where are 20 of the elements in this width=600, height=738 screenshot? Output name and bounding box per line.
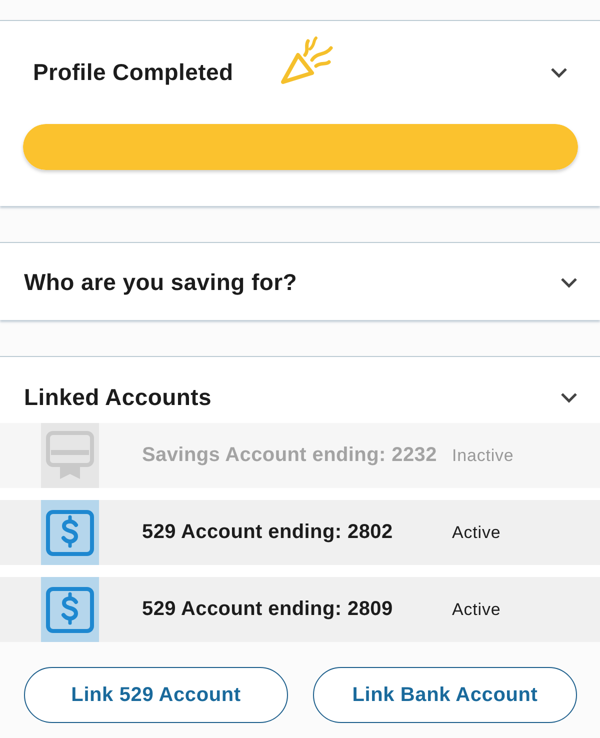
account-status: Active (452, 522, 501, 542)
certificate-icon (41, 423, 99, 488)
section-title: Profile Completed (33, 58, 234, 86)
section-title: Linked Accounts (24, 384, 212, 410)
account-row[interactable]: 529 Account ending: 2809 Active (0, 577, 600, 642)
dollar-bill-icon (41, 500, 99, 565)
party-popper-icon (279, 36, 336, 86)
link-account-button[interactable]: Link 529 Account (24, 667, 288, 723)
link-account-button[interactable]: Link Bank Account (313, 667, 577, 723)
account-row[interactable]: 529 Account ending: 2802 Active (0, 500, 600, 565)
account-status: Active (452, 600, 501, 620)
account-name: 529 Account ending: 2809 (142, 598, 394, 621)
section-title: Who are you saving for? (24, 268, 297, 296)
dollar-bill-icon (41, 577, 99, 642)
account-name: 529 Account ending: 2802 (142, 521, 394, 544)
account-name: Savings Account ending: 2232 (142, 444, 438, 467)
account-status: Inactive (452, 446, 514, 466)
chevron-down-icon[interactable] (560, 392, 578, 402)
chevron-down-icon[interactable] (560, 276, 578, 288)
chevron-down-icon[interactable] (550, 66, 568, 78)
